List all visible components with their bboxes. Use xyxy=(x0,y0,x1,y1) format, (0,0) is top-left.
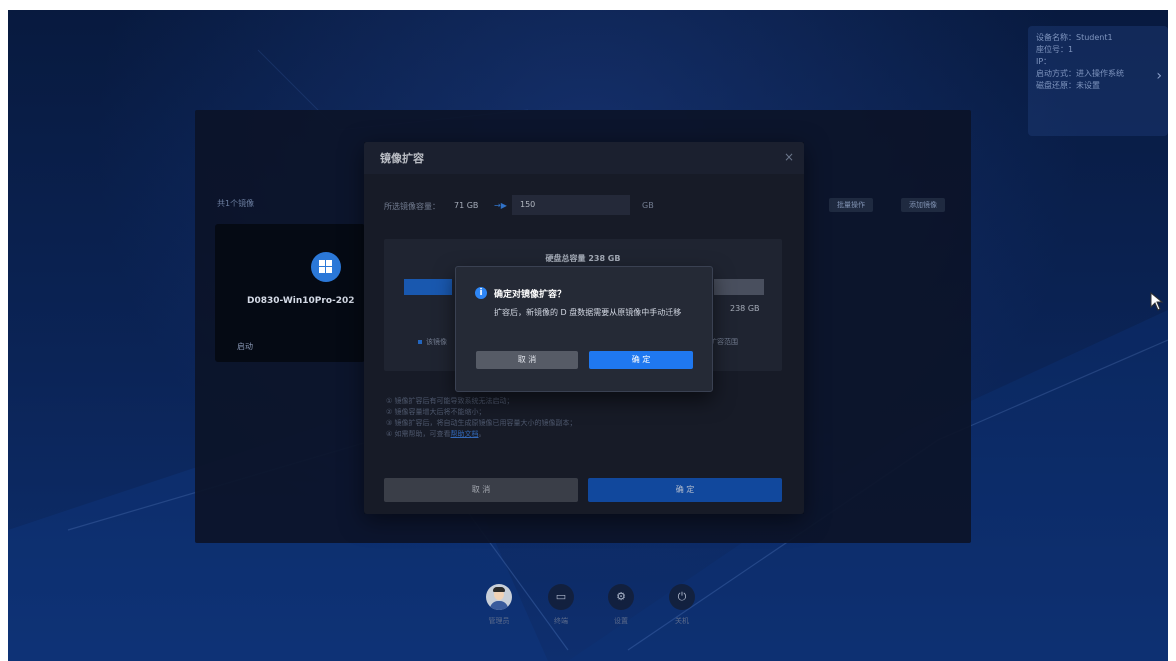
dock-label: 设置 xyxy=(614,617,628,625)
add-image-button[interactable]: 添加镜像 xyxy=(901,198,945,212)
dock-label: 终端 xyxy=(554,617,568,625)
dock-item-admin[interactable]: 管理员 xyxy=(479,584,519,626)
confirm-title: 确定对镜像扩容？ xyxy=(494,290,567,300)
image-name: D0830-Win10Pro-202 xyxy=(247,296,355,306)
avatar-icon xyxy=(486,584,512,610)
confirm-cancel-button[interactable]: 取 消 xyxy=(476,351,578,369)
dock-item-terminal[interactable]: ▭ 终端 xyxy=(541,584,581,626)
dock-label: 关机 xyxy=(675,617,689,625)
seat-number: 座位号：1 xyxy=(1036,45,1074,54)
image-card[interactable]: D0830-Win10Pro-202 启动 xyxy=(215,224,365,362)
ip-address: IP： xyxy=(1036,57,1052,66)
confirm-expand-dialog: i 确定对镜像扩容？ 扩容后，新镜像的 D 盘数据需要从原镜像中手动迁移 取 消… xyxy=(455,266,713,392)
dock-label: 管理员 xyxy=(488,617,510,625)
chevron-right-icon[interactable]: › xyxy=(1156,69,1162,83)
disk-restore: 磁盘还原：未设置 xyxy=(1036,81,1100,90)
windows-logo-icon xyxy=(311,252,341,282)
info-icon: i xyxy=(475,287,487,299)
device-name: 设备名称：Student1 xyxy=(1036,33,1113,42)
terminal-icon: ▭ xyxy=(548,584,574,610)
device-info-panel: 设备名称：Student1 座位号：1 IP： 启动方式：进入操作系统 磁盘还原… xyxy=(1028,26,1168,136)
confirm-message: 扩容后，新镜像的 D 盘数据需要从原镜像中手动迁移 xyxy=(494,308,682,317)
gear-icon: ⚙ xyxy=(608,584,634,610)
image-count: 共1个镜像 xyxy=(217,199,255,208)
start-image-button[interactable]: 启动 xyxy=(237,341,253,352)
confirm-ok-button[interactable]: 确 定 xyxy=(589,351,693,369)
mouse-cursor-icon xyxy=(1150,292,1164,311)
boot-mode: 启动方式：进入操作系统 xyxy=(1036,69,1124,78)
batch-operation-button[interactable]: 批量操作 xyxy=(829,198,873,212)
dock-item-power[interactable]: ⏻ 关机 xyxy=(662,584,702,626)
dock-item-settings[interactable]: ⚙ 设置 xyxy=(601,584,641,626)
power-icon: ⏻ xyxy=(669,584,695,610)
